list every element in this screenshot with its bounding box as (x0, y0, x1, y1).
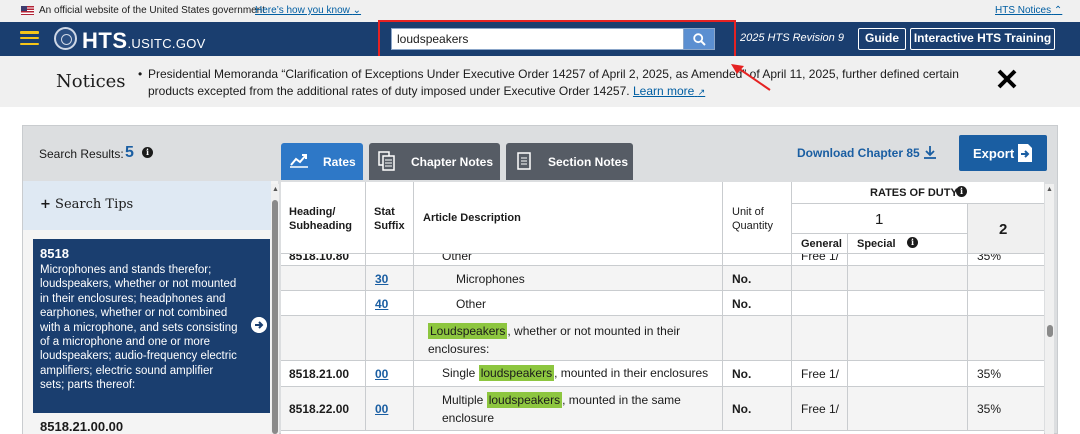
annotation-arrow-icon (731, 64, 771, 91)
table-scrollbar[interactable]: ▲ (1045, 184, 1054, 434)
table-row: 8518.21.00 00 Single loudspeakers, mount… (281, 361, 1044, 387)
search-results-count: 5 (125, 144, 134, 161)
download-chapter-link[interactable]: Download Chapter 85 (797, 146, 920, 160)
notices-bar: Notices • Presidential Memoranda “Clarif… (0, 56, 1080, 107)
search-tips-toggle[interactable]: + Search Tips (23, 181, 271, 230)
documents-icon (378, 151, 395, 171)
table-scroll-thumb[interactable] (1047, 325, 1053, 337)
guide-button[interactable]: Guide (858, 28, 906, 50)
scroll-up-icon[interactable]: ▲ (272, 186, 279, 193)
official-site-text: An official website of the United States… (39, 5, 266, 16)
chevron-down-icon: ⌄ (352, 5, 362, 16)
interactive-training-button[interactable]: Interactive HTS Training (910, 28, 1055, 50)
table-row: Loudspeakers, whether or not mounted in … (281, 316, 1044, 361)
col-special-header: Special i (848, 234, 968, 254)
stat-suffix-link[interactable]: 40 (375, 297, 388, 311)
stat-suffix-link[interactable]: 00 (375, 367, 388, 381)
info-icon[interactable]: i (907, 237, 918, 248)
document-icon (517, 152, 531, 170)
close-icon[interactable] (996, 68, 1018, 90)
search-input[interactable] (391, 28, 683, 50)
sidebar-scrollbar[interactable]: ▲ (271, 184, 279, 434)
export-icon (1018, 144, 1032, 162)
rates-table: 8518.10.80 Other Free 1/ 35% Heading/ Su… (281, 182, 1044, 434)
notice-item: • Presidential Memoranda “Clarification … (138, 66, 968, 101)
stat-suffix-link[interactable]: 00 (375, 402, 388, 416)
bullet-icon: • (138, 67, 143, 81)
col-general-header: General (792, 234, 848, 254)
stat-suffix-link[interactable]: 30 (375, 272, 388, 286)
info-icon[interactable]: i (956, 186, 967, 197)
notices-title: Notices (56, 71, 126, 92)
heading-number: 8518 (40, 246, 69, 261)
export-button[interactable]: Export (959, 135, 1047, 171)
chevron-up-icon: ⌃ (1053, 5, 1063, 16)
search-icon (693, 33, 706, 46)
learn-more-link[interactable]: Learn more ↗ (633, 84, 705, 98)
heading-description: Microphones and stands therefor; loudspe… (40, 264, 238, 392)
gov-banner: An official website of the United States… (0, 0, 1080, 22)
plus-icon: + (40, 197, 51, 212)
tab-rates[interactable]: Rates (281, 143, 363, 180)
site-logo[interactable]: HTS.USITC.GOV (82, 28, 206, 54)
sidebar-scroll-thumb[interactable] (272, 200, 278, 434)
col-heading-header: Heading/ Subheading (281, 182, 366, 254)
table-row: 40 Other No. (281, 291, 1044, 316)
search-button[interactable] (683, 28, 715, 50)
info-icon[interactable]: i (142, 147, 153, 158)
col-1-header: 1 (792, 204, 968, 234)
heading-result-card[interactable]: 8518 Microphones and stands therefor; lo… (33, 239, 270, 413)
rates-of-duty-header: RATES OF DUTY i (792, 182, 1044, 204)
table-row: 8518.22.00 00 Multiple loudspeakers, mou… (281, 387, 1044, 431)
col-unit-header: Unit of Quantity (723, 182, 792, 254)
hamburger-menu-icon[interactable] (20, 31, 39, 46)
download-icon[interactable] (923, 145, 937, 159)
chart-line-icon (290, 154, 308, 168)
us-flag-icon (21, 6, 34, 15)
results-sidebar: + Search Tips 8518 Microphones and stand… (23, 181, 278, 434)
table-row: 30 Microphones No. (281, 266, 1044, 291)
hts-notices-link[interactable]: HTS Notices ⌃ (995, 5, 1062, 16)
notice-body: Presidential Memoranda “Clarification of… (148, 67, 959, 98)
tab-chapter-notes[interactable]: Chapter Notes (369, 143, 500, 180)
col-article-header: Article Description (414, 182, 723, 254)
subheading-result-card[interactable]: 8518.21.00.00 (33, 413, 270, 434)
search-results-label: Search Results: (39, 147, 124, 161)
usitc-seal-icon (54, 27, 77, 50)
tab-section-notes[interactable]: Section Notes (506, 143, 633, 180)
col-2-header: 2 (968, 204, 1044, 254)
how-you-know-link[interactable]: Here’s how you know ⌄ (255, 5, 361, 16)
arrow-right-circle-icon[interactable] (251, 317, 267, 333)
external-link-icon: ↗ (697, 87, 706, 97)
hts-revision: 2025 HTS Revision 9 (740, 32, 844, 44)
col-stat-header: Stat Suffix (366, 182, 414, 254)
scroll-up-icon[interactable]: ▲ (1046, 186, 1053, 193)
